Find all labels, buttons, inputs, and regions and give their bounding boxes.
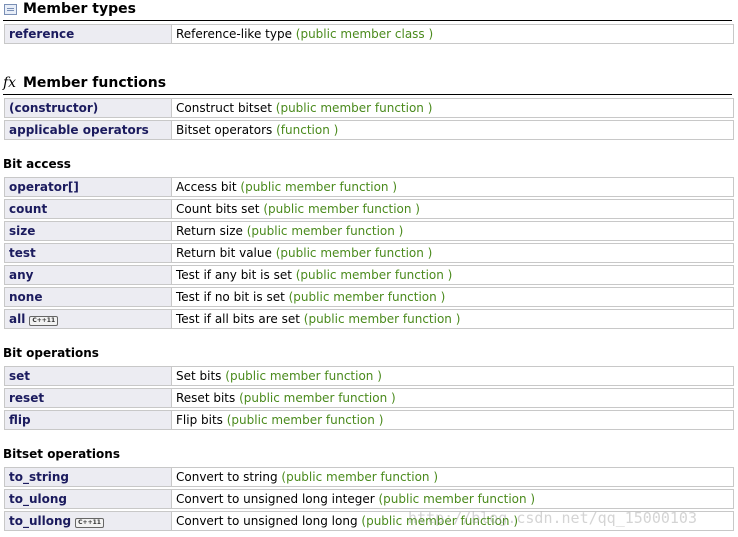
member-link[interactable]: reference xyxy=(5,25,172,43)
member-row: reset Reset bits (public member function… xyxy=(4,388,734,408)
member-kind: (public member function ) xyxy=(295,268,453,282)
member-description: Convert to unsigned long long (public me… xyxy=(176,514,519,528)
member-row: to_ulong Convert to unsigned long intege… xyxy=(4,489,734,509)
member-description: Reference-like type (public member class… xyxy=(176,27,434,41)
member-row: set Set bits (public member function ) xyxy=(4,366,734,386)
member-row: to_string Convert to string (public memb… xyxy=(4,467,734,487)
member-description: Convert to string (public member functio… xyxy=(176,470,439,484)
member-description: Count bits set (public member function ) xyxy=(176,202,420,216)
member-row: any Test if any bit is set (public membe… xyxy=(4,265,734,285)
subhead-bitset-operations: Bitset operations xyxy=(3,447,120,461)
member-kind: (public member function ) xyxy=(275,101,433,115)
member-link[interactable]: reset xyxy=(5,389,172,407)
member-row: operator[] Access bit (public member fun… xyxy=(4,177,734,197)
member-link[interactable]: size xyxy=(5,222,172,240)
cpp11-badge: C++11 xyxy=(29,316,59,326)
member-link[interactable]: applicable operators xyxy=(5,121,172,139)
member-link[interactable]: none xyxy=(5,288,172,306)
member-link[interactable]: to_ulong xyxy=(5,490,172,508)
section-title-member-types: Member types xyxy=(23,1,136,17)
member-kind: (public member class ) xyxy=(295,27,434,41)
member-kind: (public member function ) xyxy=(288,290,446,304)
section-member-types: Member types xyxy=(3,0,732,21)
member-kind: (public member function ) xyxy=(246,224,404,238)
member-kind: (public member function ) xyxy=(378,492,536,506)
member-row: count Count bits set (public member func… xyxy=(4,199,734,219)
section-member-functions: fx Member functions xyxy=(3,74,732,95)
member-kind: (public member function ) xyxy=(281,470,439,484)
member-description: Test if no bit is set (public member fun… xyxy=(176,290,446,304)
member-link[interactable]: set xyxy=(5,367,172,385)
member-row: size Return size (public member function… xyxy=(4,221,734,241)
member-description: Construct bitset (public member function… xyxy=(176,101,433,115)
member-row: reference Reference-like type (public me… xyxy=(4,24,734,44)
subhead-bit-access: Bit access xyxy=(3,157,71,171)
member-kind: (public member function ) xyxy=(361,514,519,528)
member-description: Convert to unsigned long integer (public… xyxy=(176,492,536,506)
member-row: all C++11 Test if all bits are set (publi… xyxy=(4,309,734,329)
member-row: applicable operators Bitset operators (f… xyxy=(4,120,734,140)
member-kind: (public member function ) xyxy=(225,369,382,383)
member-kind: (function ) xyxy=(276,123,339,137)
member-row: (constructor) Construct bitset (public m… xyxy=(4,98,734,118)
subhead-bit-operations: Bit operations xyxy=(3,346,99,360)
member-link[interactable]: test xyxy=(5,244,172,262)
member-link[interactable]: operator[] xyxy=(5,178,172,196)
member-link[interactable]: all C++11 xyxy=(5,310,172,328)
section-title-member-functions: Member functions xyxy=(23,75,167,91)
member-kind: (public member function ) xyxy=(275,246,433,260)
member-kind: (public member function ) xyxy=(226,413,384,427)
member-link[interactable]: to_string xyxy=(5,468,172,486)
member-description: Set bits (public member function ) xyxy=(176,369,382,383)
member-description: Flip bits (public member function ) xyxy=(176,413,384,427)
member-link[interactable]: (constructor) xyxy=(5,99,172,117)
member-kind: (public member function ) xyxy=(239,391,396,405)
member-link[interactable]: flip xyxy=(5,411,172,429)
member-description: Return bit value (public member function… xyxy=(176,246,433,260)
member-link[interactable]: count xyxy=(5,200,172,218)
member-description: Bitset operators (function ) xyxy=(176,123,339,137)
member-row: test Return bit value (public member fun… xyxy=(4,243,734,263)
member-description: Access bit (public member function ) xyxy=(176,180,398,194)
function-icon: fx xyxy=(3,75,17,91)
member-kind: (public member function ) xyxy=(303,312,461,326)
document-icon xyxy=(4,4,17,15)
member-description: Test if all bits are set (public member … xyxy=(176,312,461,326)
member-description: Test if any bit is set (public member fu… xyxy=(176,268,453,282)
member-row: none Test if no bit is set (public membe… xyxy=(4,287,734,307)
member-kind: (public member function ) xyxy=(240,180,398,194)
member-link[interactable]: any xyxy=(5,266,172,284)
member-description: Reset bits (public member function ) xyxy=(176,391,396,405)
member-row: flip Flip bits (public member function ) xyxy=(4,410,734,430)
member-row: to_ullong C++11 Convert to unsigned long … xyxy=(4,511,734,531)
member-kind: (public member function ) xyxy=(263,202,420,216)
member-description: Return size (public member function ) xyxy=(176,224,404,238)
cpp11-badge: C++11 xyxy=(75,518,104,528)
member-link[interactable]: to_ullong C++11 xyxy=(5,512,172,530)
